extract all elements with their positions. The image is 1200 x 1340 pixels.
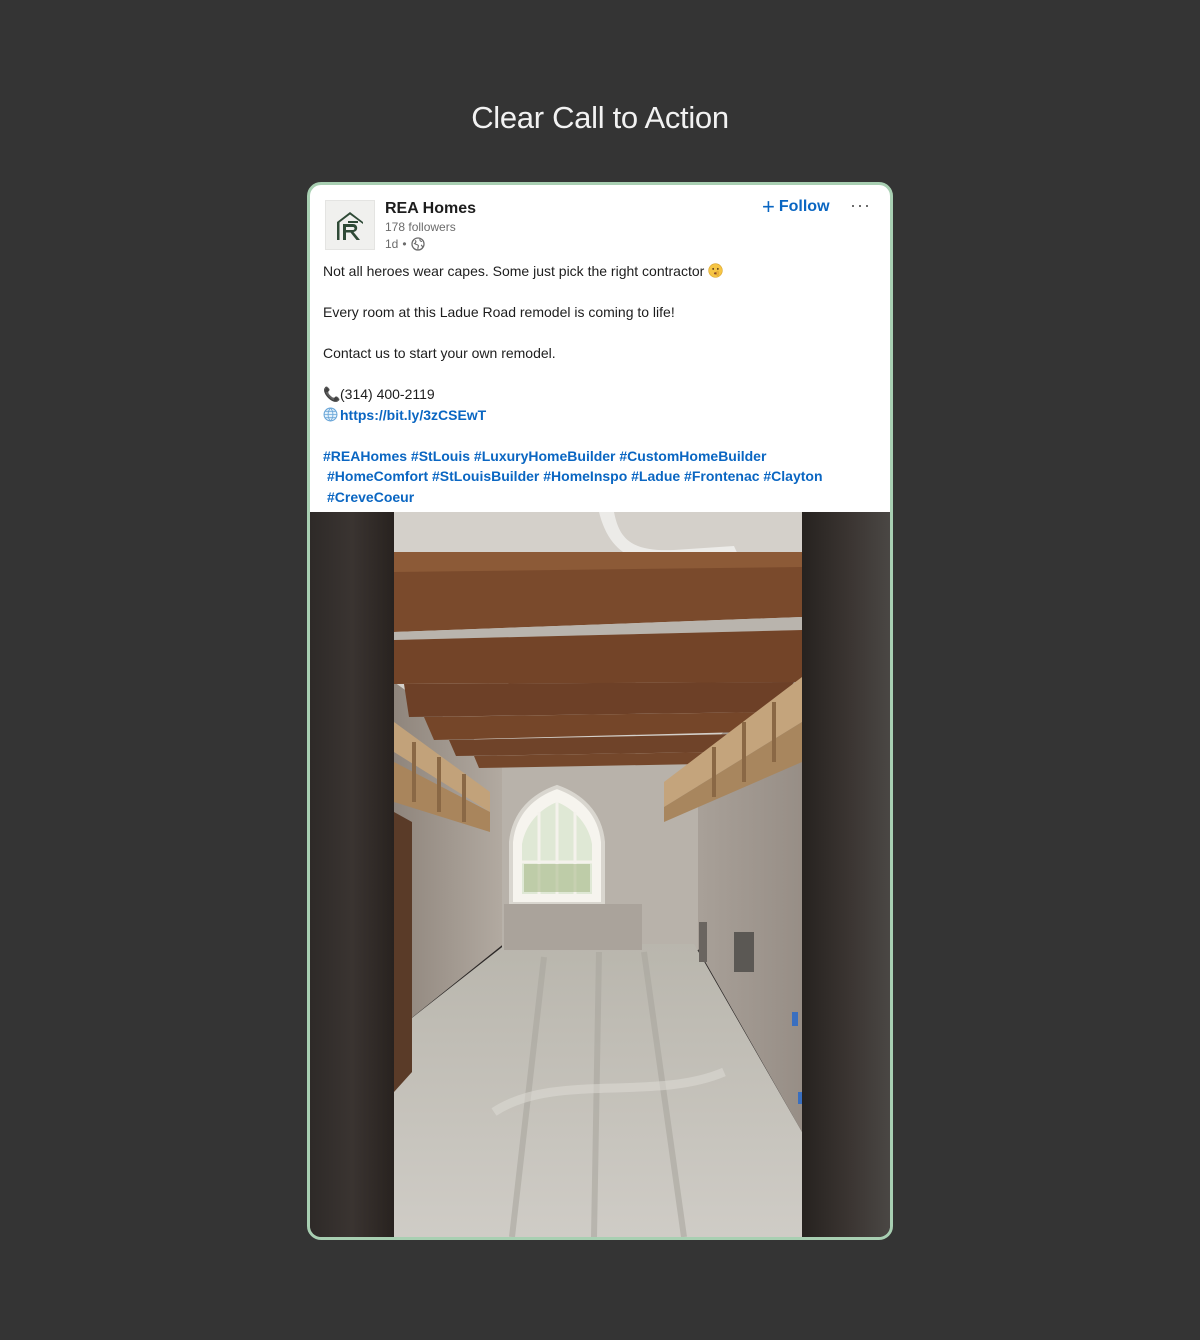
follow-button[interactable]: + Follow	[762, 194, 830, 219]
linkedin-post-card: REA Homes 178 followers 1d • + Follow ··…	[307, 182, 893, 1240]
phone-line: 📞(314) 400-2119	[323, 384, 873, 405]
telephone-icon: 📞	[323, 386, 341, 402]
video-letterbox-right	[802, 512, 890, 1237]
post-line-1: Not all heroes wear capes. Some just pic…	[323, 263, 705, 279]
hashtag-block: #REAHomes #StLouis #LuxuryHomeBuilder #C…	[323, 446, 873, 508]
rea-logo-icon	[337, 212, 363, 240]
follower-count: 178 followers	[385, 220, 456, 234]
post-line-3: Contact us to start your own remodel.	[323, 345, 556, 361]
company-name[interactable]: REA Homes	[385, 200, 476, 218]
post-body: Not all heroes wear capes. Some just pic…	[323, 261, 873, 507]
post-age: 1d	[385, 237, 399, 251]
page-heading: Clear Call to Action	[471, 100, 729, 135]
more-options-button[interactable]: ···	[850, 195, 871, 216]
globe-icon	[323, 407, 338, 421]
post-video[interactable]	[310, 512, 890, 1237]
video-letterbox-left	[310, 512, 394, 1237]
company-logo[interactable]	[325, 200, 375, 250]
hashtag-row-1[interactable]: #REAHomes #StLouis #LuxuryHomeBuilder #C…	[323, 446, 873, 467]
post-line-2: Every room at this Ladue Road remodel is…	[323, 304, 675, 320]
hashtag-row-3[interactable]: #CreveCoeur	[323, 487, 873, 508]
post-text-line: Not all heroes wear capes. Some just pic…	[323, 261, 873, 282]
link-line: https://bit.ly/3zCSEwT	[323, 405, 873, 426]
plus-icon: +	[762, 194, 775, 219]
shushing-face-emoji	[708, 263, 723, 278]
follow-label: Follow	[778, 198, 830, 215]
meta-separator: •	[402, 237, 407, 251]
globe-icon	[410, 237, 425, 251]
post-meta: 1d •	[385, 237, 425, 251]
post-header: REA Homes 178 followers 1d • + Follow ··…	[310, 185, 890, 257]
remodel-room-image	[394, 512, 802, 1237]
website-link[interactable]: https://bit.ly/3zCSEwT	[340, 407, 486, 423]
hashtag-row-2[interactable]: #HomeComfort #StLouisBuilder #HomeInspo …	[323, 466, 873, 487]
phone-number[interactable]: (314) 400-2119	[340, 386, 435, 402]
